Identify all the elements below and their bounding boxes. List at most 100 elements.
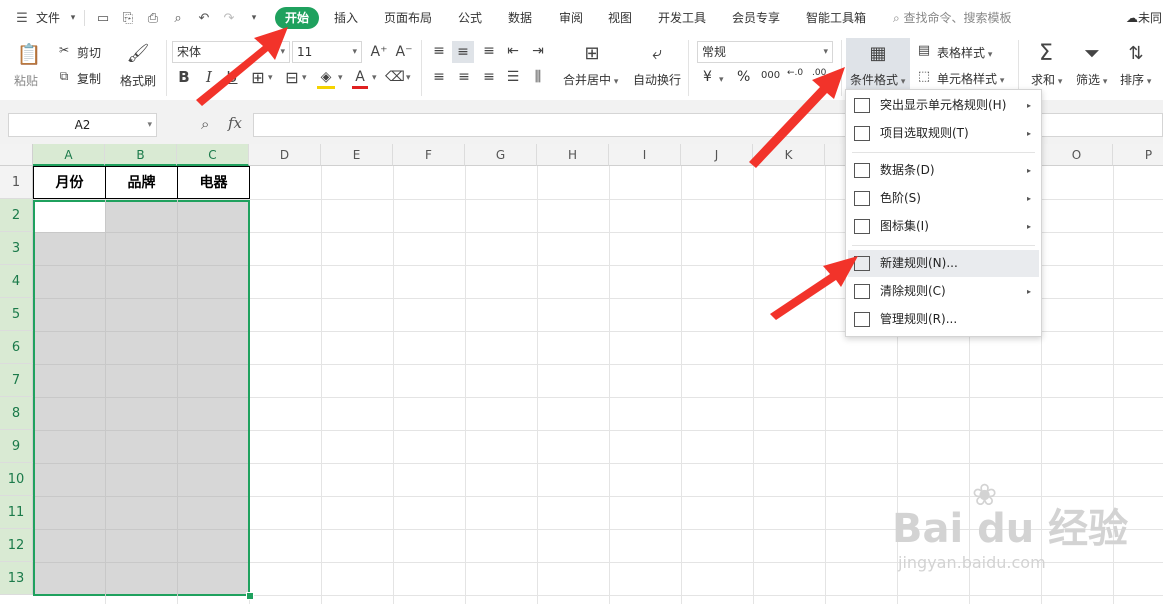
table-style-button[interactable]: 表格样式 ▾ (937, 44, 992, 61)
wrap-text-icon[interactable]: ⤶ (645, 42, 669, 64)
align-right-icon[interactable]: ≡ (480, 68, 498, 86)
decrease-font-icon[interactable]: A⁻ (395, 43, 413, 61)
cloud-sync-status[interactable]: ☁未同 (1126, 9, 1162, 27)
percent-button[interactable]: % (737, 69, 750, 85)
menu-item-color-scales[interactable]: 色阶(S) ▸ (848, 185, 1039, 212)
row-header-7[interactable]: 7 (0, 364, 33, 397)
column-header-J[interactable]: J (681, 144, 753, 166)
fill-handle[interactable] (246, 592, 254, 600)
column-header-H[interactable]: H (537, 144, 609, 166)
italic-icon[interactable]: I (201, 68, 217, 86)
tab-data[interactable]: 数据 (508, 9, 532, 27)
redo-icon[interactable]: ↷ (219, 8, 239, 28)
tab-smart-toolbox[interactable]: 智能工具箱 (806, 9, 866, 27)
merge-center-icon[interactable]: ⊞ (580, 42, 604, 64)
save-icon[interactable]: ▭ (93, 8, 113, 28)
menu-item-manage-rules[interactable]: 管理规则(R)... (848, 306, 1039, 333)
chevron-down-icon[interactable]: ▾ (268, 73, 273, 83)
distribute-icon[interactable]: ⫼ (529, 68, 547, 86)
border-icon[interactable]: ⊞ (249, 68, 267, 87)
tab-developer[interactable]: 开发工具 (658, 9, 706, 27)
column-header-E[interactable]: E (321, 144, 393, 166)
row-header-1[interactable]: 1 (0, 166, 33, 199)
row-header-2[interactable]: 2 (0, 199, 33, 232)
number-format-select[interactable]: 常规 ▾ (697, 41, 833, 63)
thousands-separator-button[interactable]: 000 (761, 70, 780, 81)
menu-item-highlight-rules[interactable]: 突出显示单元格规则(H) ▸ (848, 92, 1039, 119)
increase-decimal-button[interactable]: ←.0 (787, 68, 803, 78)
currency-button[interactable]: ¥ (703, 69, 712, 85)
increase-indent-icon[interactable]: ⇥ (529, 42, 547, 60)
quick-access-more-icon[interactable]: ▾ (244, 8, 264, 28)
menu-item-icon-sets[interactable]: 图标集(I) ▸ (848, 213, 1039, 240)
name-box[interactable]: A2 ▾ (8, 113, 157, 137)
wrap-text-button[interactable]: 自动换行 (633, 71, 681, 88)
decrease-decimal-button[interactable]: .00 (812, 68, 826, 78)
column-header-K[interactable]: K (753, 144, 825, 166)
chevron-down-icon[interactable]: ▾ (719, 75, 724, 85)
chevron-down-icon[interactable]: ▾ (406, 73, 411, 83)
chevron-down-icon[interactable]: ▾ (302, 73, 307, 83)
hamburger-menu-icon[interactable]: ☰ (12, 8, 32, 28)
column-header-F[interactable]: F (393, 144, 465, 166)
chevron-down-icon[interactable]: ▾ (372, 73, 377, 83)
row-header-13[interactable]: 13 (0, 562, 33, 595)
column-header-G[interactable]: G (465, 144, 537, 166)
sum-icon[interactable]: Σ (1034, 40, 1058, 66)
fill-color-icon[interactable]: ◈ (317, 68, 335, 89)
menu-item-new-rule[interactable]: 新建规则(N)... (848, 250, 1039, 277)
cell-B1[interactable]: 品牌 (105, 166, 178, 199)
align-bottom-icon[interactable]: ≡ (480, 42, 498, 60)
print-icon[interactable]: ⎙ (143, 8, 163, 28)
tab-view[interactable]: 视图 (608, 9, 632, 27)
align-left-icon[interactable]: ≡ (430, 68, 448, 86)
column-header-O[interactable]: O (1041, 144, 1113, 166)
tab-insert[interactable]: 插入 (334, 9, 358, 27)
column-header-C[interactable]: C (177, 144, 249, 166)
menu-item-data-bars[interactable]: 数据条(D) ▸ (848, 157, 1039, 184)
menu-item-clear-rules[interactable]: 清除规则(C) ▸ (848, 278, 1039, 305)
row-header-11[interactable]: 11 (0, 496, 33, 529)
active-cell-A2[interactable] (35, 202, 105, 232)
cell-style-button[interactable]: 单元格样式 ▾ (937, 70, 1004, 87)
tab-member[interactable]: 会员专享 (732, 9, 780, 27)
chevron-down-icon[interactable]: ▾ (63, 8, 83, 28)
chevron-down-icon[interactable]: ▾ (338, 73, 343, 83)
decrease-indent-icon[interactable]: ⇤ (504, 42, 522, 60)
row-header-6[interactable]: 6 (0, 331, 33, 364)
row-header-10[interactable]: 10 (0, 463, 33, 496)
select-all-corner[interactable] (0, 144, 33, 166)
fx-icon[interactable]: fx (228, 114, 242, 132)
paste-icon[interactable]: 📋 (17, 42, 42, 66)
row-header-4[interactable]: 4 (0, 265, 33, 298)
row-header-12[interactable]: 12 (0, 529, 33, 562)
align-center-icon[interactable]: ≡ (455, 68, 473, 86)
copy-icon[interactable]: ⧉ (56, 68, 72, 84)
cell-style-icon[interactable]: ⬚ (916, 68, 932, 84)
file-menu[interactable]: 文件 (36, 9, 60, 27)
table-style-icon[interactable]: ▤ (916, 42, 932, 58)
row-header-3[interactable]: 3 (0, 232, 33, 265)
bold-icon[interactable]: B (176, 68, 192, 86)
conditional-format-button[interactable]: ▦ 条件格式 ▾ (846, 38, 910, 92)
column-header-I[interactable]: I (609, 144, 681, 166)
export-icon[interactable]: ⎘ (118, 8, 138, 28)
tab-page-layout[interactable]: 页面布局 (384, 9, 432, 27)
tab-review[interactable]: 审阅 (559, 9, 583, 27)
column-header-D[interactable]: D (249, 144, 321, 166)
column-header-A[interactable]: A (33, 144, 105, 166)
cell-A1[interactable]: 月份 (33, 166, 106, 199)
cut-button[interactable]: 剪切 (77, 44, 101, 61)
column-header-B[interactable]: B (105, 144, 177, 166)
font-size-select[interactable]: 11 ▾ (292, 41, 362, 63)
sort-icon[interactable]: ⇅ (1124, 40, 1148, 66)
filter-button[interactable]: 筛选 ▾ (1076, 71, 1107, 88)
justify-icon[interactable]: ☰ (504, 68, 522, 86)
increase-font-icon[interactable]: A⁺ (370, 43, 388, 61)
sum-button[interactable]: 求和 ▾ (1031, 71, 1062, 88)
merge-center-button[interactable]: 合并居中 ▾ (563, 71, 618, 88)
selected-range[interactable] (33, 200, 250, 596)
sort-button[interactable]: 排序 ▾ (1120, 71, 1151, 88)
menu-item-top-bottom-rules[interactable]: 项目选取规则(T) ▸ (848, 120, 1039, 147)
command-search[interactable]: ⌕ 查找命令、搜索模板 (893, 9, 1012, 27)
